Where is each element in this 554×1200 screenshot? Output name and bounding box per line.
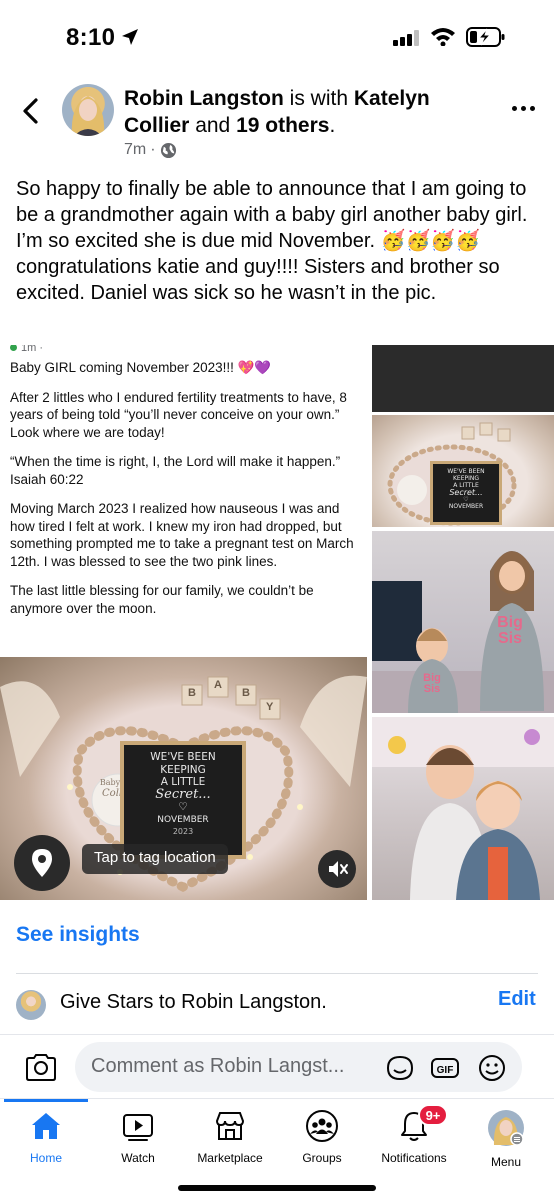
user-avatar-small [16,990,46,1020]
give-stars-text[interactable]: Give Stars to Robin Langston. [60,991,327,1014]
svg-text:GIF: GIF [437,1065,454,1076]
emoji-icon[interactable] [477,1054,507,1082]
marketplace-icon [215,1112,245,1140]
post-text-line: I’m so excited she is due mid November. … [16,230,500,304]
big-sis-shirt: Big Sis [497,614,523,647]
home-icon [32,1113,60,1139]
home-indicator [178,1185,376,1191]
author-name[interactable]: Robin Langston [124,87,284,110]
comment-bar: Comment as Robin Langst... GIF [0,1034,554,1098]
back-chevron-icon[interactable] [18,96,44,126]
location-pin-icon [32,849,52,877]
tab-notifications[interactable]: 9+ Notifications [368,1104,460,1173]
photo-thumbnail-dark[interactable] [372,345,554,412]
photo-thumbnail-sisters[interactable]: Big Sis Big Sis [372,531,554,713]
tab-groups[interactable]: Groups [276,1109,368,1173]
shared-paragraph: After 2 littles who I endured fertility … [10,389,347,440]
comment-input[interactable]: Comment as Robin Langst... GIF [75,1042,522,1092]
tagged-others[interactable]: 19 others [236,114,329,137]
globe-icon [160,142,176,158]
post-author-line: Robin Langston is with Katelyn Collier a… [124,85,484,139]
shared-paragraph: “When the time is right, I, the Lord wil… [10,454,341,487]
tab-menu[interactable]: Menu [460,1109,552,1173]
shared-post-meta: 1m · [10,345,43,354]
shared-paragraph: Baby GIRL coming November 2023!!! 💖💜 [10,360,272,375]
gif-icon[interactable]: GIF [430,1054,460,1082]
tab-home[interactable]: Home [0,1109,92,1173]
avatar-portrait-icon [71,96,105,136]
wifi-icon [431,28,455,46]
thumb-letter-board: WE'VE BEEN KEEPING A LITTLE Secret... ♡ … [430,461,502,525]
shared-post-text: Baby GIRL coming November 2023!!! 💖💜 Aft… [10,359,360,629]
status-time: 8:10 [66,24,116,51]
with-text: is with [289,87,349,110]
post-time[interactable]: 7m [124,141,146,159]
meta-separator: · [150,141,156,158]
edit-button[interactable]: Edit [498,988,536,1011]
watch-icon [123,1114,153,1141]
cellular-signal-icon [393,30,421,46]
speaker-muted-icon [329,861,348,877]
post-text-line: So happy to finally be able to announce … [16,178,528,226]
sticker-icon[interactable] [385,1054,415,1082]
active-tab-indicator [4,1099,88,1102]
letter-board: WE'VE BEEN KEEPING A LITTLE Secret... ♡ … [120,741,246,859]
period: . [329,114,336,137]
divider [16,973,538,974]
camera-icon[interactable] [24,1052,58,1082]
post-text: So happy to finally be able to announce … [16,176,546,306]
status-bar: 8:10 [0,0,554,74]
tab-marketplace[interactable]: Marketplace [184,1109,276,1173]
photo-thumbnail-board[interactable]: WE'VE BEEN KEEPING A LITTLE Secret... ♡ … [372,415,554,527]
shared-paragraph: Moving March 2023 I realized how nauseou… [10,501,354,569]
comment-placeholder: Comment as Robin Langst... [91,1055,345,1077]
avatar-icon [488,1110,524,1146]
letter-blocks: B A B Y [188,679,274,713]
shared-paragraph: The last little blessing for our family,… [10,583,314,616]
author-avatar[interactable] [62,84,114,136]
screenshot-photo[interactable]: 1m · Baby GIRL coming November 2023!!! 💖… [0,345,367,657]
mute-button[interactable] [318,850,356,888]
tab-watch[interactable]: Watch [92,1109,184,1173]
battery-charging-icon [466,27,505,47]
tag-location-label[interactable]: Tap to tag location [82,844,228,874]
big-sis-shirt-small: Big Sis [423,672,441,695]
photo-thumbnail-siblings[interactable] [372,717,554,900]
location-arrow-icon [122,29,138,45]
groups-icon [306,1110,338,1142]
media-grid: 1m · Baby GIRL coming November 2023!!! 💖… [0,345,554,900]
and-text: and [195,114,231,137]
tag-location-button[interactable] [14,835,70,891]
see-insights-link[interactable]: See insights [16,923,140,947]
siblings-photo [372,717,554,900]
post-meta: 7m · [124,141,177,159]
notification-badge: 9+ [418,1104,448,1126]
more-options-button[interactable] [510,98,538,118]
